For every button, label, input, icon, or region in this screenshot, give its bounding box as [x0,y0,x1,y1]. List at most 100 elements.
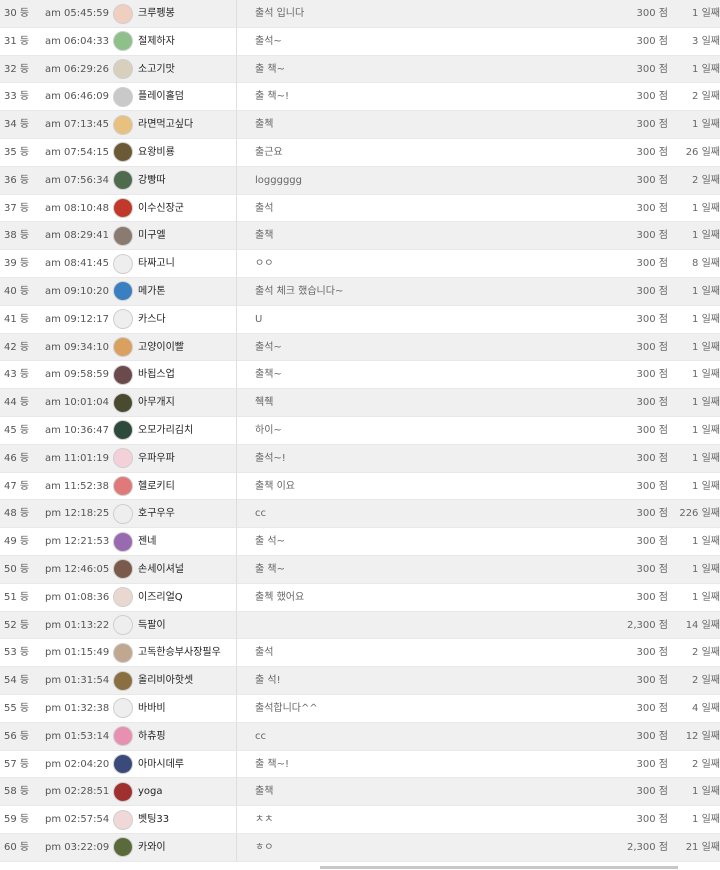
avatar[interactable] [113,309,133,330]
avatar[interactable] [113,809,133,830]
user-cell[interactable]: 라면먹고싶다 [113,111,235,138]
avatar[interactable] [113,392,133,413]
avatar[interactable] [113,86,133,107]
avatar[interactable] [113,587,133,608]
nickname[interactable]: 요왕비룡 [138,139,175,166]
nickname[interactable]: yoga [138,778,163,805]
user-cell[interactable]: 타짜고니 [113,250,235,277]
nickname[interactable]: 젠네 [138,528,156,555]
horizontal-scrollbar[interactable] [320,866,678,869]
nickname[interactable]: 미구엘 [138,222,166,249]
nickname[interactable]: 하츄핑 [138,723,166,750]
user-cell[interactable]: 젠네 [113,528,235,555]
user-cell[interactable]: 고독한승부사장필우 [113,639,235,666]
user-cell[interactable]: 고양이이빨 [113,334,235,361]
nickname[interactable]: 손세이셔널 [138,556,184,583]
nickname[interactable]: 메가톤 [138,278,166,305]
user-cell[interactable]: 이수신장군 [113,195,235,222]
user-cell[interactable]: 소고기맛 [113,56,235,83]
nickname[interactable]: 타짜고니 [138,250,175,277]
nickname[interactable]: 바바비 [138,695,166,722]
user-cell[interactable]: 우파우파 [113,445,235,472]
nickname[interactable]: 소고기맛 [138,56,175,83]
avatar[interactable] [113,198,133,219]
user-cell[interactable]: 절제하자 [113,28,235,55]
user-cell[interactable]: 바바비 [113,695,235,722]
avatar[interactable] [113,503,133,524]
avatar[interactable] [113,754,133,775]
avatar[interactable] [113,281,133,302]
user-cell[interactable]: 카와이 [113,834,235,861]
nickname[interactable]: 헬로키티 [138,473,175,500]
nickname[interactable]: 라면먹고싶다 [138,111,193,138]
nickname[interactable]: 올리비아핫셋 [138,667,193,694]
nickname[interactable]: 바됩스업 [138,361,175,388]
nickname[interactable]: 벳팅33 [138,806,169,833]
user-cell[interactable]: 하츄핑 [113,723,235,750]
avatar[interactable] [113,698,133,719]
avatar[interactable] [113,364,133,385]
user-cell[interactable]: 아무개지 [113,389,235,416]
user-cell[interactable]: 크루펭봉 [113,0,235,27]
user-cell[interactable]: yoga [113,778,235,805]
avatar[interactable] [113,142,133,163]
nickname[interactable]: 카와이 [138,834,166,861]
nickname[interactable]: 절제하자 [138,28,175,55]
nickname[interactable]: 크루펭봉 [138,0,175,27]
user-cell[interactable]: 바됩스업 [113,361,235,388]
avatar[interactable] [113,114,133,135]
nickname[interactable]: 아무개지 [138,389,175,416]
column-divider [236,389,237,417]
nickname[interactable]: 호구우우 [138,500,175,527]
avatar[interactable] [113,531,133,552]
points-cell: 300 점 [636,814,668,826]
avatar[interactable] [113,225,133,246]
user-cell[interactable]: 요왕비룡 [113,139,235,166]
nickname[interactable]: 고독한승부사장필우 [138,639,221,666]
user-cell[interactable]: 헬로키티 [113,473,235,500]
user-cell[interactable]: 득팔이 [113,612,235,639]
avatar[interactable] [113,476,133,497]
user-cell[interactable]: 오모가리김치 [113,417,235,444]
user-cell[interactable]: 메가톤 [113,278,235,305]
avatar[interactable] [113,670,133,691]
avatar[interactable] [113,31,133,52]
nickname[interactable]: 이즈리얼Q [138,584,183,611]
avatar[interactable] [113,448,133,469]
avatar[interactable] [113,726,133,747]
avatar[interactable] [113,642,133,663]
nickname[interactable]: 플레이홀덤 [138,83,184,110]
rank-cell: 50 등 [4,563,30,575]
nickname[interactable]: 고양이이빨 [138,334,184,361]
nickname[interactable]: 아마시데루 [138,751,184,778]
avatar[interactable] [113,420,133,441]
user-cell[interactable]: 카스다 [113,306,235,333]
avatar[interactable] [113,615,133,636]
user-cell[interactable]: 강빵따 [113,167,235,194]
avatar[interactable] [113,837,133,858]
user-cell[interactable]: 벳팅33 [113,806,235,833]
user-cell[interactable]: 아마시데루 [113,751,235,778]
nickname[interactable]: 강빵따 [138,167,166,194]
column-divider [236,528,237,556]
user-cell[interactable]: 호구우우 [113,500,235,527]
user-cell[interactable]: 미구엘 [113,222,235,249]
nickname[interactable]: 오모가리김치 [138,417,193,444]
user-cell[interactable]: 손세이셔널 [113,556,235,583]
user-cell[interactable]: 올리비아핫셋 [113,667,235,694]
user-cell[interactable]: 플레이홀덤 [113,83,235,110]
avatar[interactable] [113,253,133,274]
avatar[interactable] [113,170,133,191]
avatar[interactable] [113,3,133,24]
user-cell[interactable]: 이즈리얼Q [113,584,235,611]
nickname[interactable]: 우파우파 [138,445,175,472]
avatar[interactable] [113,781,133,802]
points-cell: 300 점 [636,313,668,325]
nickname[interactable]: 카스다 [138,306,166,333]
nickname[interactable]: 득팔이 [138,612,166,639]
avatar[interactable] [113,59,133,80]
avatar[interactable] [113,559,133,580]
rank-cell: 33 등 [4,91,30,103]
nickname[interactable]: 이수신장군 [138,195,184,222]
avatar[interactable] [113,337,133,358]
